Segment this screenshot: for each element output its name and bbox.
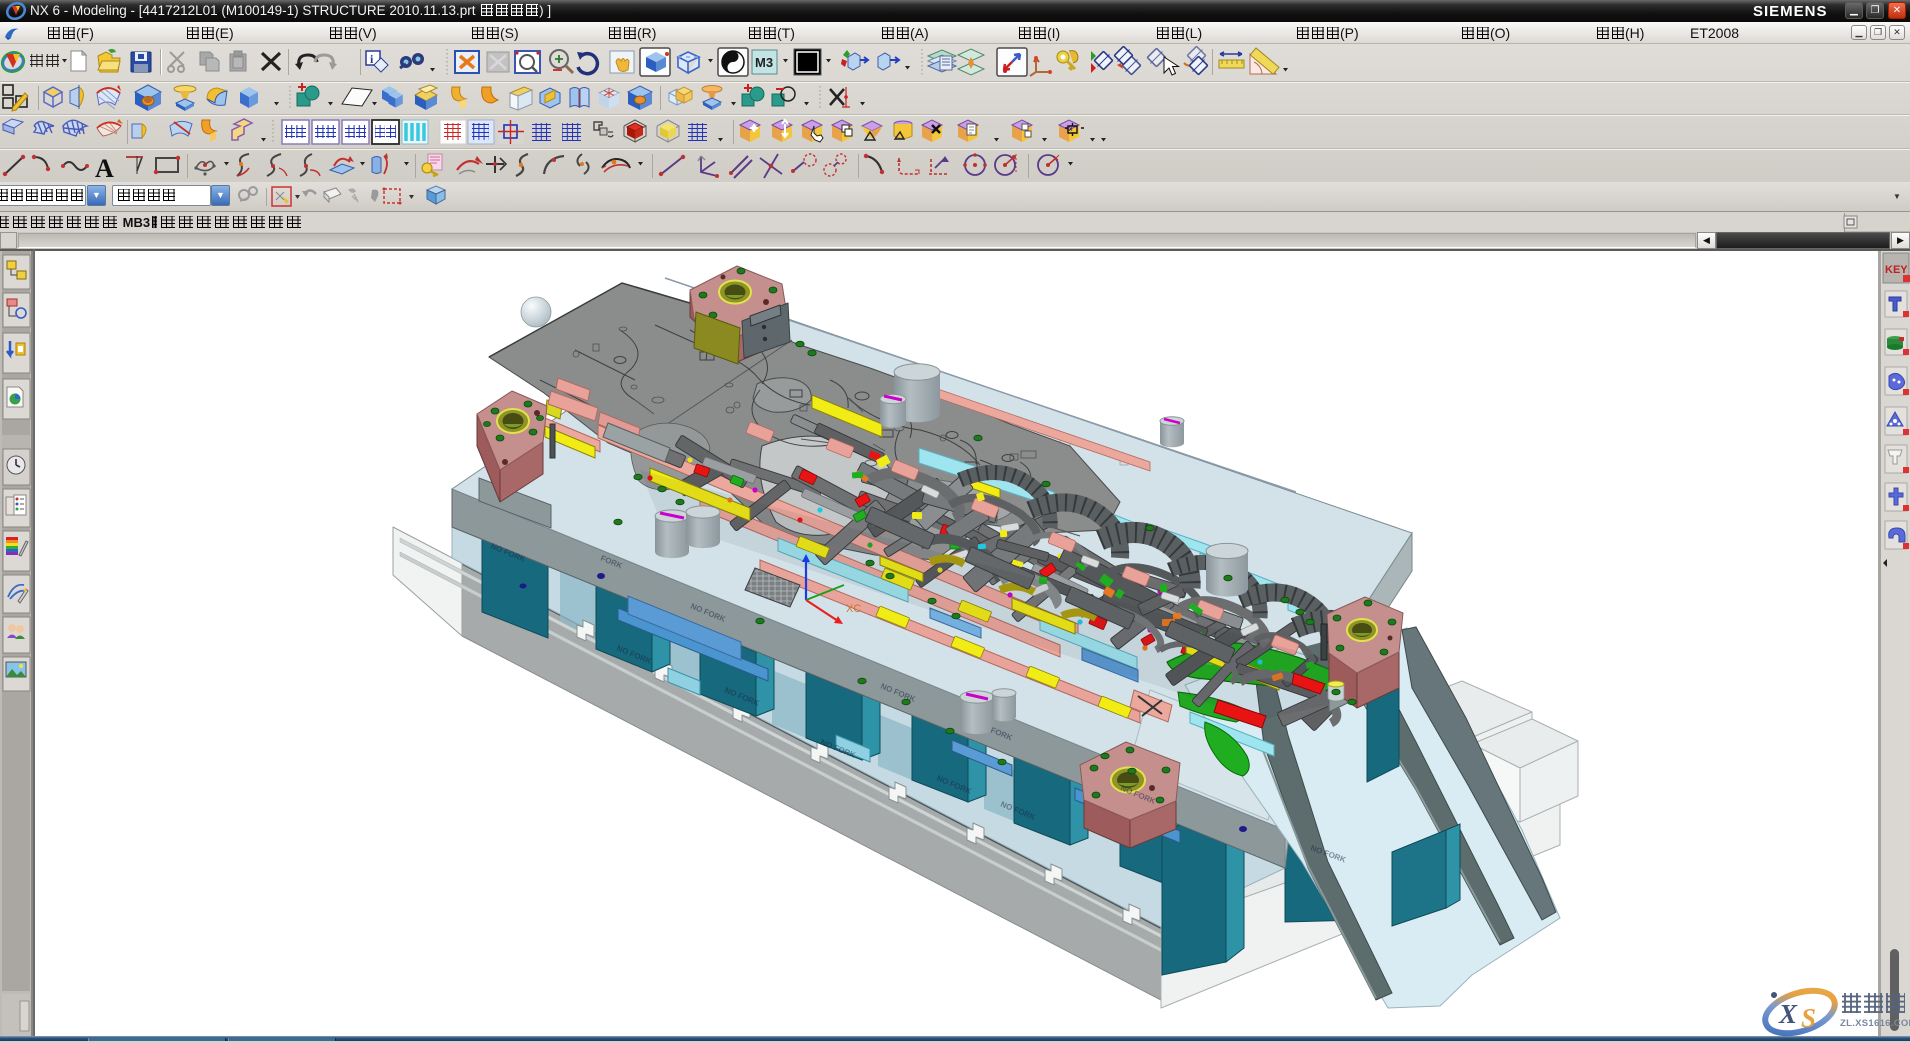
svg-text:A: A [95,154,114,182]
svg-text:S: S [1801,1003,1816,1033]
svg-text:XC: XC [846,603,861,615]
svg-text:KEY: KEY [1885,264,1908,276]
svg-text:ZL.XS1616.COM: ZL.XS1616.COM [1840,1018,1910,1029]
svg-text:X: X [1778,999,1798,1029]
svg-text:x: x [1069,126,1073,133]
svg-text:M3: M3 [755,55,773,70]
